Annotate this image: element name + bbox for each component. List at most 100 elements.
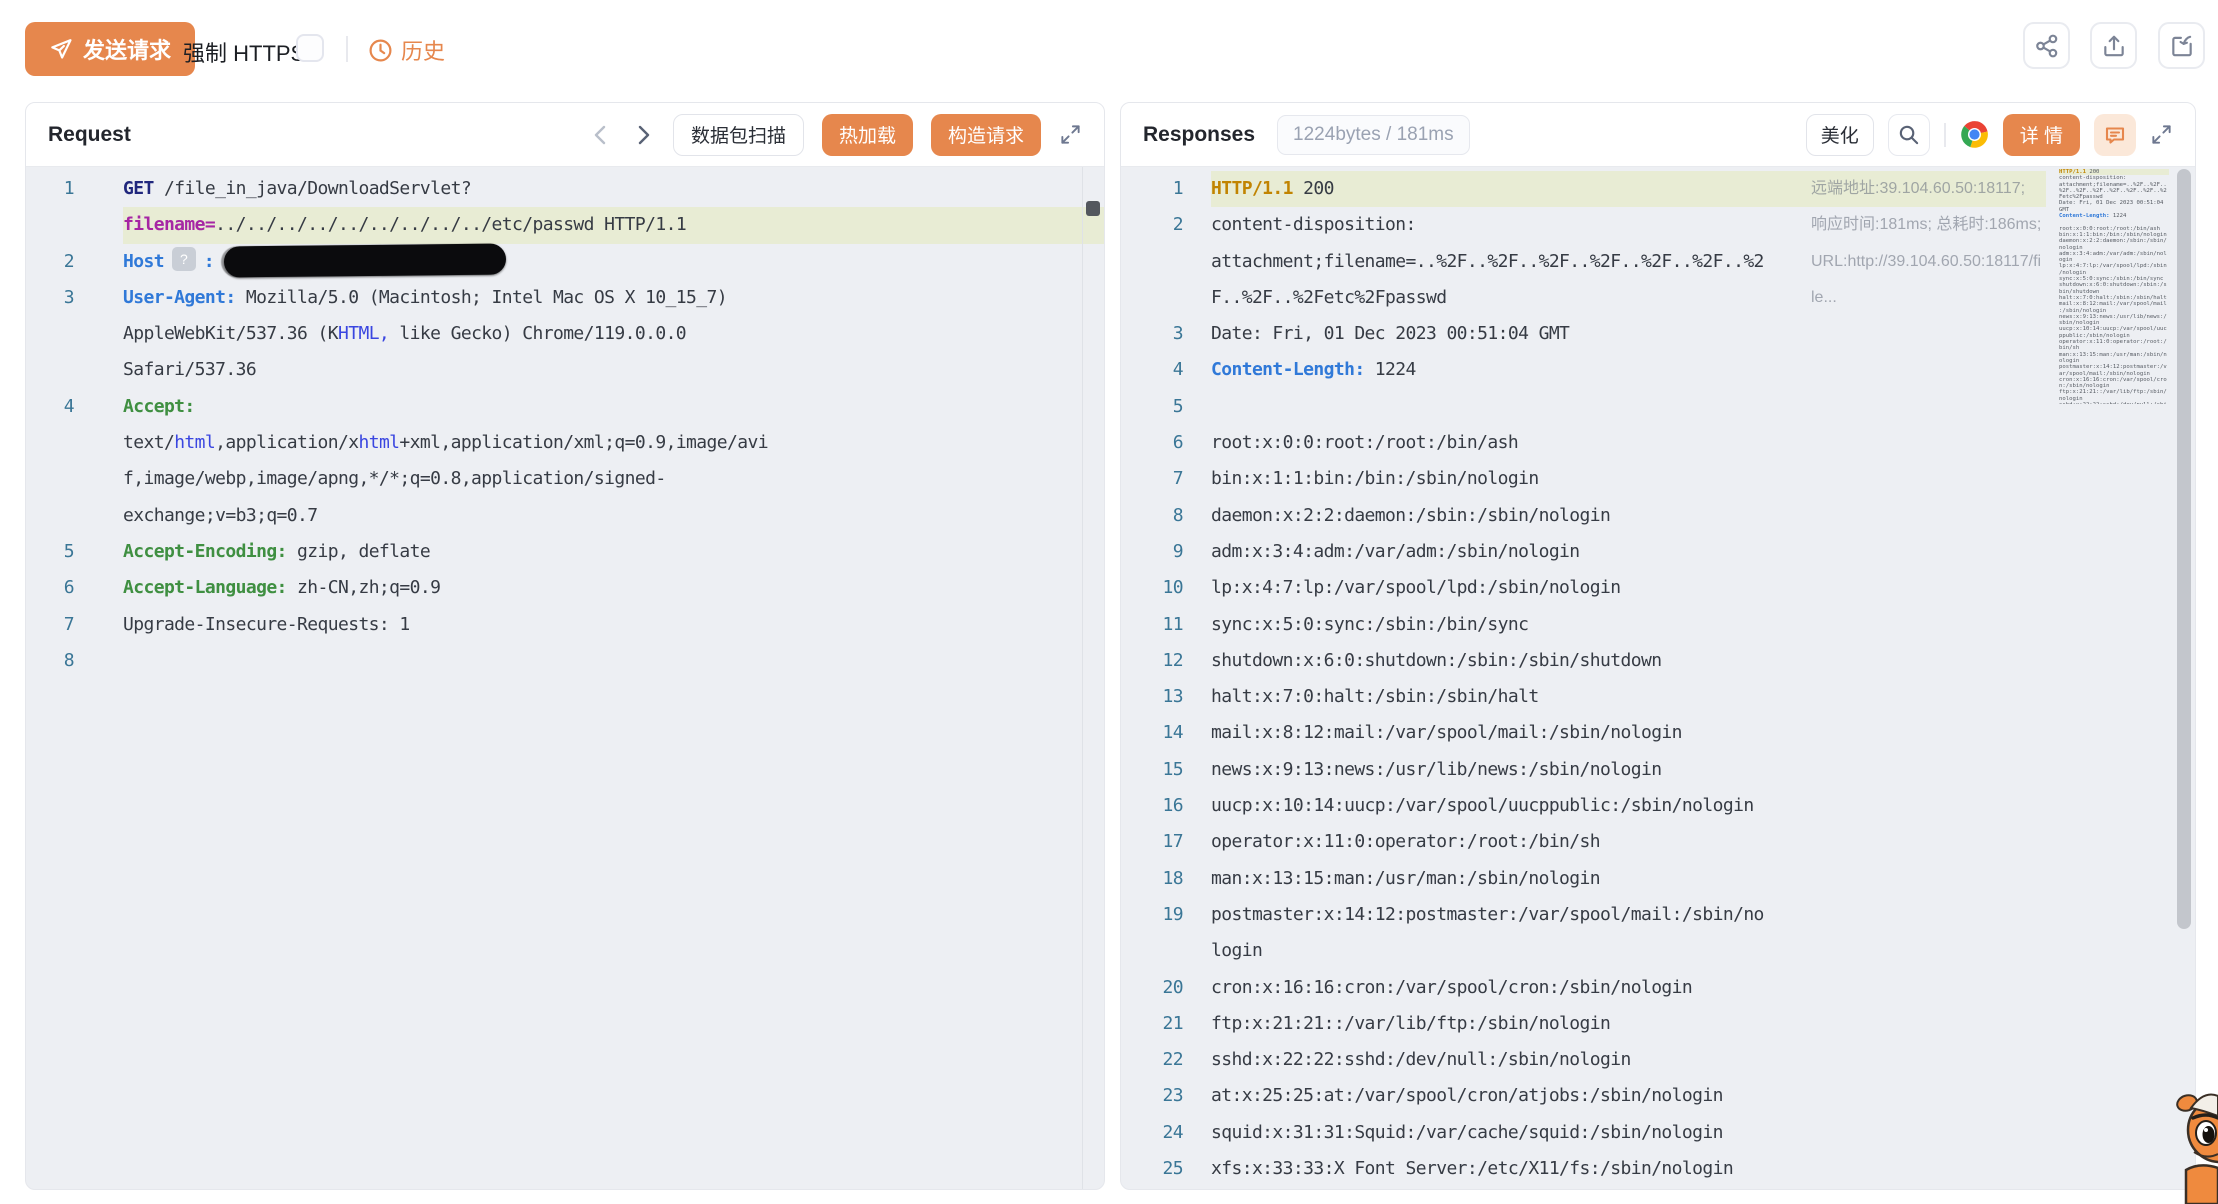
request-editor[interactable]: 1GET /file_in_java/DownloadServlet?filen… bbox=[26, 167, 1104, 1189]
minimap[interactable]: HTTP/1.1 200content-disposition: attachm… bbox=[2059, 169, 2173, 404]
line-number: 6 bbox=[1121, 425, 1183, 461]
line-number: 5 bbox=[26, 534, 74, 570]
fullscreen-icon bbox=[2150, 123, 2173, 146]
import-button[interactable] bbox=[2158, 22, 2205, 69]
open-in-chrome-button[interactable] bbox=[1960, 120, 1989, 149]
force-https-checkbox[interactable] bbox=[296, 34, 324, 62]
redacted-host-value bbox=[224, 243, 506, 277]
code-line: mail:x:8:12:mail:/var/spool/mail:/sbin/n… bbox=[2059, 301, 2173, 314]
response-fullscreen-button[interactable] bbox=[2150, 123, 2173, 146]
comment-button[interactable] bbox=[2094, 114, 2136, 156]
force-https-label: 强制 HTTPS bbox=[183, 36, 305, 68]
line-number: 22 bbox=[1121, 1042, 1183, 1078]
packet-scan-button[interactable]: 数据包扫描 bbox=[673, 114, 804, 156]
request-fullscreen-button[interactable] bbox=[1059, 123, 1082, 146]
search-button[interactable] bbox=[1888, 114, 1930, 156]
code-line: 7Upgrade-Insecure-Requests: 1 bbox=[26, 607, 1104, 643]
line-number: 2 bbox=[26, 244, 74, 280]
chevron-right-icon bbox=[631, 123, 655, 147]
code-line: 26games:x:35:35:games:/usr/games:/sbin/n… bbox=[1121, 1187, 2195, 1189]
line-number: 15 bbox=[1121, 752, 1183, 788]
line-number: 23 bbox=[1121, 1078, 1183, 1114]
code-line: 22sshd:x:22:22:sshd:/dev/null:/sbin/nolo… bbox=[1121, 1042, 2195, 1078]
request-scrollbar[interactable] bbox=[1082, 167, 1104, 1189]
line-number: 5 bbox=[1121, 389, 1183, 425]
code-line: 5 bbox=[1121, 389, 2195, 425]
line-number: 18 bbox=[1121, 861, 1183, 897]
code-line: content-disposition: attachment;filename… bbox=[2059, 175, 2173, 200]
toolbar-divider bbox=[346, 36, 348, 62]
code-line: 20cron:x:16:16:cron:/var/spool/cron:/sbi… bbox=[1121, 970, 2195, 1006]
line-number: 6 bbox=[26, 570, 74, 606]
history-label: 历史 bbox=[401, 34, 445, 66]
code-line: 4Accept: text/html,application/xhtml+xml… bbox=[26, 389, 1104, 534]
code-line: 1GET /file_in_java/DownloadServlet?filen… bbox=[26, 171, 1104, 244]
request-panel: Request 数据包扫描 热加载 构造请求 1GET /file_in_jav… bbox=[25, 102, 1105, 1190]
code-line: 16uucp:x:10:14:uucp:/var/spool/uucppubli… bbox=[1121, 788, 2195, 824]
code-line: 2Host?: bbox=[26, 244, 1104, 280]
detail-button[interactable]: 详 情 bbox=[2003, 114, 2080, 156]
line-number: 14 bbox=[1121, 715, 1183, 751]
code-line: operator:x:11:0:operator:/root:/bin/sh bbox=[2059, 339, 2173, 352]
code-line: 17operator:x:11:0:operator:/root:/bin/sh bbox=[1121, 824, 2195, 860]
code-line: 1HTTP/1.1 200 bbox=[1121, 171, 2195, 207]
response-header: Responses 1224bytes / 181ms 美化 详 情 bbox=[1121, 103, 2195, 167]
line-number: 4 bbox=[1121, 352, 1183, 388]
code-line: cron:x:16:16:cron:/var/spool/cron:/sbin/… bbox=[2059, 377, 2173, 390]
code-line: 5Accept-Encoding: gzip, deflate bbox=[26, 534, 1104, 570]
code-line: 15news:x:9:13:news:/usr/lib/news:/sbin/n… bbox=[1121, 752, 2195, 788]
code-line: 18man:x:13:15:man:/usr/man:/sbin/nologin bbox=[1121, 861, 2195, 897]
response-panel: Responses 1224bytes / 181ms 美化 详 情 bbox=[1120, 102, 2196, 1190]
request-title: Request bbox=[48, 123, 131, 147]
share-button[interactable] bbox=[2023, 22, 2070, 69]
top-toolbar: 发送请求 强制 HTTPS 历史 bbox=[0, 0, 2218, 102]
send-request-label: 发送请求 bbox=[83, 33, 171, 65]
prev-request-button[interactable] bbox=[589, 123, 613, 147]
line-number: 12 bbox=[1121, 643, 1183, 679]
response-scrollbar-thumb[interactable] bbox=[2177, 169, 2191, 929]
chrome-icon bbox=[1960, 120, 1989, 149]
comment-icon bbox=[2103, 123, 2127, 147]
line-number: 16 bbox=[1121, 788, 1183, 824]
code-line: 2content-disposition: attachment;filenam… bbox=[1121, 207, 2195, 316]
response-editor[interactable]: 1HTTP/1.1 2002content-disposition: attac… bbox=[1121, 167, 2195, 1189]
line-number: 25 bbox=[1121, 1151, 1183, 1187]
line-number: 13 bbox=[1121, 679, 1183, 715]
line-number: 8 bbox=[1121, 498, 1183, 534]
response-title: Responses bbox=[1143, 123, 1255, 147]
code-line: lp:x:4:7:lp:/var/spool/lpd:/sbin/nologin bbox=[2059, 263, 2173, 276]
mascot[interactable] bbox=[2176, 1086, 2218, 1204]
export-button[interactable] bbox=[2090, 22, 2137, 69]
import-check-icon bbox=[2169, 33, 2195, 59]
beautify-button[interactable]: 美化 bbox=[1806, 114, 1874, 156]
line-number: 26 bbox=[1121, 1187, 1183, 1189]
upload-icon bbox=[2101, 33, 2127, 59]
clock-icon bbox=[368, 38, 393, 63]
response-size-time-badge: 1224bytes / 181ms bbox=[1277, 115, 1470, 155]
code-line: 3User-Agent: Mozilla/5.0 (Macintosh; Int… bbox=[26, 280, 1104, 389]
code-line: 12shutdown:x:6:0:shutdown:/sbin:/sbin/sh… bbox=[1121, 643, 2195, 679]
code-line: ftp:x:21:21::/var/lib/ftp:/sbin/nologin bbox=[2059, 389, 2173, 402]
code-line: 25xfs:x:33:33:X Font Server:/etc/X11/fs:… bbox=[1121, 1151, 2195, 1187]
next-request-button[interactable] bbox=[631, 123, 655, 147]
history-button[interactable]: 历史 bbox=[368, 34, 445, 66]
line-number: 10 bbox=[1121, 570, 1183, 606]
line-number: 3 bbox=[1121, 316, 1183, 352]
code-line: 6root:x:0:0:root:/root:/bin/ash bbox=[1121, 425, 2195, 461]
line-number: 4 bbox=[26, 389, 74, 425]
line-number: 1 bbox=[1121, 171, 1183, 207]
code-line: 6Accept-Language: zh-CN,zh;q=0.9 bbox=[26, 570, 1104, 606]
send-request-button[interactable]: 发送请求 bbox=[25, 22, 195, 76]
chevron-left-icon bbox=[589, 123, 613, 147]
line-number: 11 bbox=[1121, 607, 1183, 643]
construct-request-button[interactable]: 构造请求 bbox=[931, 114, 1041, 156]
code-line: 10lp:x:4:7:lp:/var/spool/lpd:/sbin/nolog… bbox=[1121, 570, 2195, 606]
share-icon bbox=[2034, 33, 2060, 59]
line-number: 1 bbox=[26, 171, 74, 207]
hot-reload-button[interactable]: 热加载 bbox=[822, 114, 913, 156]
line-number: 24 bbox=[1121, 1115, 1183, 1151]
code-line: 4Content-Length: 1224 bbox=[1121, 352, 2195, 388]
code-line: uucp:x:10:14:uucp:/var/spool/uucppublic:… bbox=[2059, 326, 2173, 339]
code-line: 13halt:x:7:0:halt:/sbin:/sbin/halt bbox=[1121, 679, 2195, 715]
request-scrollbar-thumb[interactable] bbox=[1086, 201, 1100, 216]
